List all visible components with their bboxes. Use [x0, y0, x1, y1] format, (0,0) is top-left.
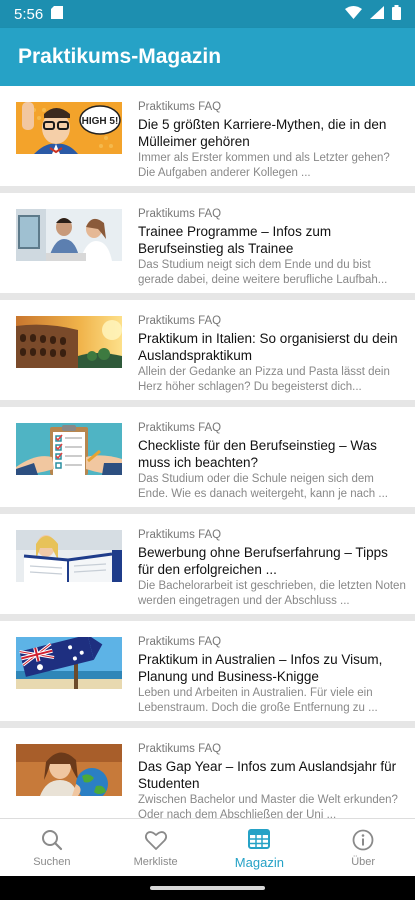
article-title: Das Gap Year – Infos zum Auslandsjahr fü…: [138, 759, 397, 791]
heart-icon: [144, 831, 167, 850]
nav-magazine[interactable]: Magazin: [208, 819, 312, 877]
article-item[interactable]: Praktikums FAQ Praktikum in Australien –…: [0, 621, 415, 721]
article-excerpt: Immer als Erster kommen und als Letzter …: [138, 152, 390, 179]
article-excerpt: Das Studium neigt sich dem Ende und du b…: [138, 259, 388, 286]
nav-search[interactable]: Suchen: [0, 819, 104, 877]
article-thumbnail: [16, 209, 122, 261]
article-excerpt: Das Studium oder die Schule neigen sich …: [138, 473, 388, 500]
app-bar: Praktikums-Magazin: [0, 28, 415, 86]
article-item[interactable]: Praktikums FAQ Checkliste für den Berufs…: [0, 407, 415, 507]
article-item[interactable]: Praktikums FAQ Praktikum in Italien: So …: [0, 300, 415, 400]
article-title: Bewerbung ohne Berufserfahrung – Tipps f…: [138, 545, 388, 577]
article-category: Praktikums FAQ: [138, 208, 222, 220]
search-icon: [41, 830, 62, 851]
article-category: Praktikums FAQ: [138, 315, 222, 327]
wifi-icon: [345, 5, 362, 23]
info-icon: [352, 829, 374, 851]
status-bar: 5:56: [0, 0, 415, 28]
article-thumbnail: [16, 316, 122, 368]
article-list[interactable]: HIGH 5! Praktikums FAQ Die 5 größten Kar…: [0, 86, 415, 818]
nav-magazine-label: Magazin: [234, 854, 284, 870]
article-item[interactable]: HIGH 5! Praktikums FAQ Die 5 größten Kar…: [0, 86, 415, 186]
article-excerpt: Allein der Gedanke an Pizza und Pasta lä…: [138, 366, 390, 393]
nav-search-label: Suchen: [33, 856, 71, 868]
article-title: Die 5 größten Karriere-Mythen, die in de…: [138, 117, 387, 149]
home-gesture-handle[interactable]: [150, 886, 265, 890]
nav-about[interactable]: Über: [311, 819, 415, 877]
article-category: Praktikums FAQ: [138, 743, 222, 755]
article-item[interactable]: Praktikums FAQ Bewerbung ohne Berufserfa…: [0, 514, 415, 614]
article-title: Trainee Programme – Infos zum Berufseins…: [138, 224, 332, 256]
article-item[interactable]: Praktikums FAQ Trainee Programme – Infos…: [0, 193, 415, 293]
article-title: Praktikum in Australien – Infos zu Visum…: [138, 652, 383, 684]
article-excerpt: Die Bachelorarbeit ist geschrieben, die …: [138, 580, 406, 607]
article-category: Praktikums FAQ: [138, 636, 222, 648]
article-thumbnail: [16, 637, 122, 689]
page-title: Praktikums-Magazin: [18, 45, 222, 68]
nav-watchlist[interactable]: Merkliste: [104, 819, 208, 877]
system-navigation-bar: [0, 876, 415, 900]
sd-card-icon: [51, 5, 64, 23]
article-excerpt: Leben und Arbeiten in Australien. Für vi…: [138, 687, 378, 714]
status-time: 5:56: [14, 5, 44, 23]
nav-watchlist-label: Merkliste: [133, 856, 178, 868]
article-category: Praktikums FAQ: [138, 529, 222, 541]
calendar-icon: [248, 828, 271, 849]
article-thumbnail: [16, 744, 122, 796]
article-title: Checkliste für den Berufseinstieg – Was …: [138, 438, 377, 470]
article-thumbnail: [16, 423, 122, 475]
article-thumbnail: HIGH 5!: [16, 102, 122, 154]
bottom-navigation: Suchen Merkliste Magazin Über: [0, 818, 415, 877]
nav-about-label: Über: [351, 856, 376, 868]
article-thumbnail: [16, 530, 122, 582]
article-category: Praktikums FAQ: [138, 422, 222, 434]
article-item[interactable]: Praktikums FAQ Das Gap Year – Infos zum …: [0, 728, 415, 818]
article-category: Praktikums FAQ: [138, 101, 222, 113]
battery-icon: [392, 4, 401, 24]
signal-icon: [370, 5, 384, 23]
article-excerpt: Zwischen Bachelor und Master die Welt er…: [138, 794, 398, 818]
thumb-speech-text: HIGH 5!: [82, 116, 119, 127]
article-title: Praktikum in Italien: So organisierst du…: [138, 331, 398, 363]
